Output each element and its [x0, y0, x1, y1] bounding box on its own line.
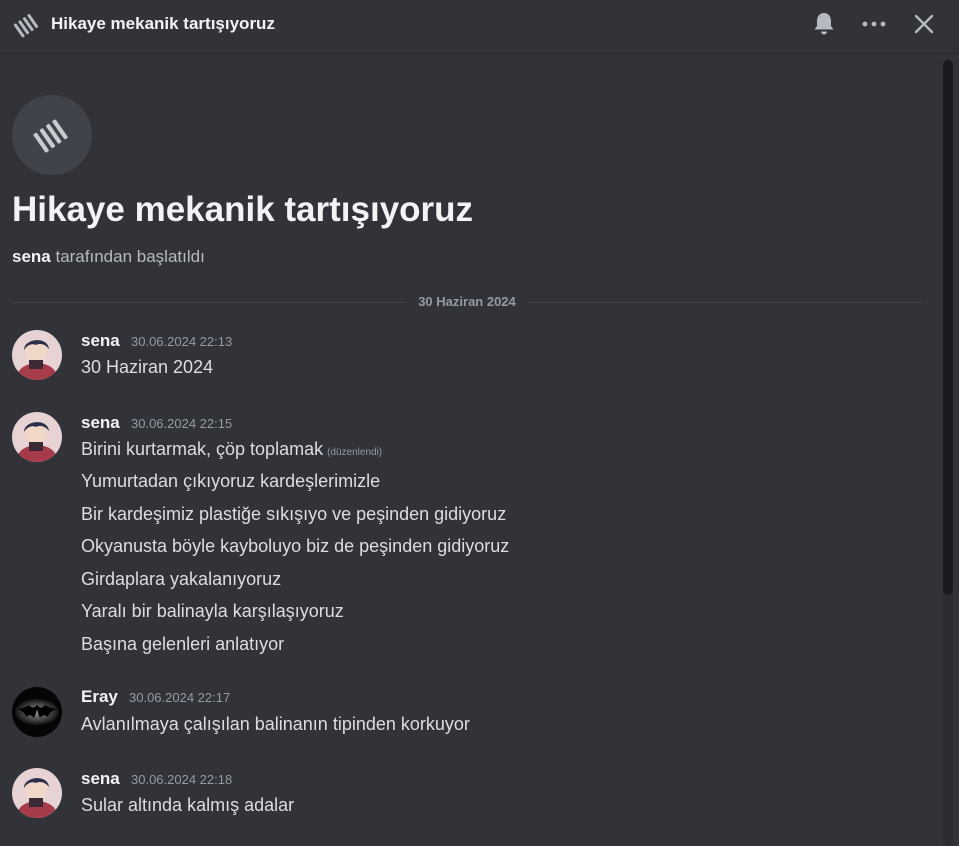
- message-text: Sular altında kalmış adalar: [81, 795, 295, 815]
- message-text: Yaralı bir balinayla karşılaşıyoruz: [81, 601, 344, 621]
- message-text: Okyanusta böyle kayboluyo biz de peşinde…: [81, 536, 510, 556]
- avatar[interactable]: [12, 330, 62, 380]
- timestamp: 30.06.2024 22:15: [131, 416, 233, 431]
- message-text: Avlanılmaya çalışılan balinanın tipinden…: [81, 714, 470, 734]
- author-name[interactable]: sena: [81, 331, 120, 351]
- message-line: Birini kurtarmak, çöp toplamak: [81, 439, 324, 459]
- date-divider: 30 Haziran 2024: [418, 294, 516, 309]
- scrollbar-track[interactable]: [943, 60, 953, 846]
- scrollbar-thumb[interactable]: [943, 60, 953, 595]
- avatar[interactable]: [12, 768, 62, 818]
- author-name[interactable]: sena: [81, 413, 120, 433]
- timestamp: 30.06.2024 22:17: [129, 690, 231, 705]
- date-divider-line: [12, 302, 407, 303]
- started-by-text: sena tarafından başlatıldı: [12, 247, 205, 267]
- message-text: Yumurtadan çıkıyoruz kardeşlerimizle: [81, 471, 381, 491]
- author-name[interactable]: Eray: [81, 687, 118, 707]
- edited-tag: (düzenlendi): [327, 447, 383, 458]
- header-title: Hikaye mekanik tartışıyoruz: [51, 14, 275, 33]
- message-text: Başına gelenleri anlatıyor: [81, 634, 285, 654]
- started-suffix: tarafından başlatıldı: [50, 247, 205, 266]
- more-dots-icon[interactable]: [860, 10, 888, 38]
- thread-title: Hikaye mekanik tartışıyoruz: [12, 190, 474, 229]
- bell-icon[interactable]: [810, 10, 838, 38]
- thread-icon: [13, 13, 39, 38]
- thread-avatar: [12, 95, 92, 175]
- author-name[interactable]: sena: [81, 769, 120, 789]
- message-text: Birini kurtarmak, çöp toplamak (düzenlend…: [81, 439, 382, 460]
- starter-name[interactable]: sena: [12, 247, 51, 266]
- avatar[interactable]: [12, 687, 62, 737]
- timestamp: 30.06.2024 22:18: [131, 772, 233, 787]
- message-text: 30 Haziran 2024: [81, 357, 214, 377]
- message-text: Bir kardeşimiz plastiğe sıkışıyo ve peşi…: [81, 504, 507, 524]
- message-text: Girdaplara yakalanıyoruz: [81, 569, 282, 589]
- date-divider-line: [527, 302, 922, 303]
- avatar[interactable]: [12, 412, 62, 462]
- close-icon[interactable]: [910, 10, 938, 38]
- thread-header: Hikaye mekanik tartışıyoruz: [0, 0, 959, 54]
- timestamp: 30.06.2024 22:13: [131, 334, 233, 349]
- thread-icon: [33, 119, 68, 153]
